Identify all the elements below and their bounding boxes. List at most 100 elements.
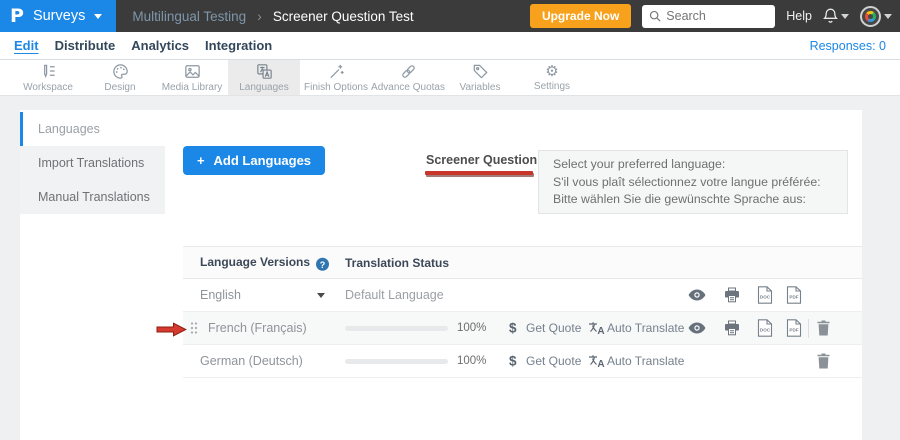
language-name: German (Deutsch) bbox=[200, 354, 303, 368]
dollar-icon[interactable]: $ bbox=[509, 354, 517, 369]
workspace-icon bbox=[39, 62, 58, 81]
export-doc-icon[interactable]: DOC bbox=[757, 319, 773, 337]
breadcrumb-current: Screener Question Test bbox=[273, 9, 414, 24]
toolbar-item-label: Variables bbox=[460, 82, 501, 93]
tab-integration[interactable]: Integration bbox=[205, 38, 272, 53]
search-input[interactable] bbox=[666, 9, 768, 23]
gear-icon: ⚙ bbox=[545, 63, 558, 80]
print-icon[interactable] bbox=[724, 288, 740, 303]
toolbar-item-workspace[interactable]: Workspace bbox=[12, 60, 84, 95]
preview-eye-icon[interactable] bbox=[688, 323, 706, 334]
toolbar-item-label: Finish Options bbox=[304, 82, 368, 93]
default-language-label: Default Language bbox=[345, 288, 444, 302]
languages-sidebar: Languages Import Translations Manual Tra… bbox=[20, 112, 165, 214]
red-arrow-annotation bbox=[156, 321, 187, 338]
responses-count[interactable]: Responses: 0 bbox=[810, 39, 886, 53]
sidebar-item-import-translations[interactable]: Import Translations bbox=[20, 146, 165, 180]
svg-text:PDF: PDF bbox=[789, 328, 798, 333]
delete-trash-icon[interactable] bbox=[817, 354, 830, 369]
edit-toolbar: Workspace Design Media Library Languages… bbox=[0, 60, 900, 96]
palette-icon bbox=[111, 62, 130, 81]
toolbar-item-label: Languages bbox=[239, 82, 289, 93]
chevron-down-icon[interactable] bbox=[317, 293, 325, 298]
print-icon[interactable] bbox=[724, 321, 740, 336]
delete-trash-icon[interactable] bbox=[817, 321, 830, 336]
survey-subnav: Edit Distribute Analytics Integration Re… bbox=[0, 32, 900, 60]
get-quote-link[interactable]: Get Quote bbox=[526, 321, 581, 335]
breadcrumb: Multilingual Testing › Screener Question… bbox=[132, 8, 413, 24]
toolbar-item-media-library[interactable]: Media Library bbox=[156, 60, 228, 95]
auto-translate-link[interactable]: Auto Translate bbox=[607, 354, 684, 368]
toolbar-item-label: Advance Quotas bbox=[371, 82, 445, 93]
toolbar-item-variables[interactable]: Variables bbox=[444, 60, 516, 95]
table-header-row: Language Versions? Translation Status bbox=[183, 246, 862, 279]
export-pdf-icon[interactable]: PDF bbox=[786, 286, 802, 304]
breadcrumb-parent[interactable]: Multilingual Testing bbox=[132, 9, 246, 24]
screener-line-fr: S'il vous plaît sélectionnez votre langu… bbox=[553, 174, 833, 192]
svg-text:DOC: DOC bbox=[760, 328, 771, 333]
tab-distribute[interactable]: Distribute bbox=[55, 38, 116, 53]
global-search[interactable] bbox=[642, 5, 775, 28]
tab-edit[interactable]: Edit bbox=[14, 38, 39, 53]
red-underline-annotation bbox=[425, 171, 533, 175]
image-icon bbox=[183, 62, 202, 81]
table-row-french: French (Français) 100% $ Get Quote A Aut… bbox=[183, 312, 862, 345]
language-versions-table: Language Versions? Translation Status En… bbox=[183, 246, 862, 378]
progress-percent: 100% bbox=[457, 322, 486, 334]
toolbar-item-label: Design bbox=[104, 82, 135, 93]
help-link[interactable]: Help bbox=[786, 9, 812, 23]
table-row-english: English Default Language DOC PDF bbox=[183, 279, 862, 312]
chain-link-icon bbox=[399, 62, 418, 81]
svg-text:DOC: DOC bbox=[760, 295, 771, 300]
chevron-down-icon bbox=[94, 14, 102, 19]
auto-translate-icon[interactable]: A bbox=[588, 321, 605, 335]
help-question-icon[interactable]: ? bbox=[316, 258, 329, 271]
notifications-menu[interactable] bbox=[823, 8, 849, 24]
toolbar-item-advance-quotas[interactable]: Advance Quotas bbox=[372, 60, 444, 95]
bell-icon bbox=[823, 8, 838, 24]
product-switcher[interactable]: P Surveys bbox=[0, 0, 116, 32]
questionpro-logo: P bbox=[10, 5, 24, 27]
preview-eye-icon[interactable] bbox=[688, 290, 706, 301]
svg-text:A: A bbox=[597, 359, 604, 368]
export-pdf-icon[interactable]: PDF bbox=[786, 319, 802, 337]
product-label: Surveys bbox=[33, 8, 85, 24]
auto-translate-link[interactable]: Auto Translate bbox=[607, 321, 684, 335]
sidebar-item-manual-translations[interactable]: Manual Translations bbox=[20, 180, 165, 214]
top-header-bar: P Surveys Multilingual Testing › Screene… bbox=[0, 0, 900, 32]
toolbar-item-label: Workspace bbox=[23, 82, 73, 93]
languages-page: Languages Import Translations Manual Tra… bbox=[0, 96, 900, 440]
chevron-down-icon bbox=[884, 14, 892, 19]
svg-text:PDF: PDF bbox=[789, 295, 798, 300]
translate-icon bbox=[255, 62, 274, 81]
progress-percent: 100% bbox=[457, 355, 486, 367]
toolbar-item-settings[interactable]: ⚙ Settings bbox=[516, 60, 588, 95]
add-languages-button[interactable]: + Add Languages bbox=[183, 146, 325, 175]
translation-progress-bar bbox=[345, 359, 448, 364]
column-translation-status: Translation Status bbox=[345, 256, 449, 270]
column-language-versions: Language Versions? bbox=[200, 254, 329, 271]
translation-progress-bar bbox=[345, 326, 448, 331]
content-panel: Languages Import Translations Manual Tra… bbox=[20, 110, 862, 440]
auto-translate-icon[interactable]: A bbox=[588, 354, 605, 368]
plus-icon: + bbox=[197, 153, 205, 168]
chevron-down-icon bbox=[841, 14, 849, 19]
toolbar-item-finish-options[interactable]: Finish Options bbox=[300, 60, 372, 95]
drag-handle[interactable] bbox=[190, 322, 198, 335]
tab-analytics[interactable]: Analytics bbox=[131, 38, 189, 53]
language-select[interactable]: English bbox=[200, 288, 241, 302]
add-languages-label: Add Languages bbox=[214, 153, 312, 168]
svg-text:A: A bbox=[597, 326, 604, 335]
account-menu[interactable] bbox=[860, 6, 892, 27]
toolbar-item-languages[interactable]: Languages bbox=[228, 60, 300, 95]
screener-line-de: Bitte wählen Sie die gewünschte Sprache … bbox=[553, 191, 833, 209]
dollar-icon[interactable]: $ bbox=[509, 321, 517, 336]
export-doc-icon[interactable]: DOC bbox=[757, 286, 773, 304]
table-row-german: German (Deutsch) 100% $ Get Quote A Auto… bbox=[183, 345, 862, 378]
upgrade-now-button[interactable]: Upgrade Now bbox=[530, 4, 631, 28]
sidebar-item-languages[interactable]: Languages bbox=[20, 112, 165, 146]
toolbar-item-design[interactable]: Design bbox=[84, 60, 156, 95]
search-icon bbox=[649, 10, 661, 22]
get-quote-link[interactable]: Get Quote bbox=[526, 354, 581, 368]
language-name: French (Français) bbox=[208, 321, 307, 335]
